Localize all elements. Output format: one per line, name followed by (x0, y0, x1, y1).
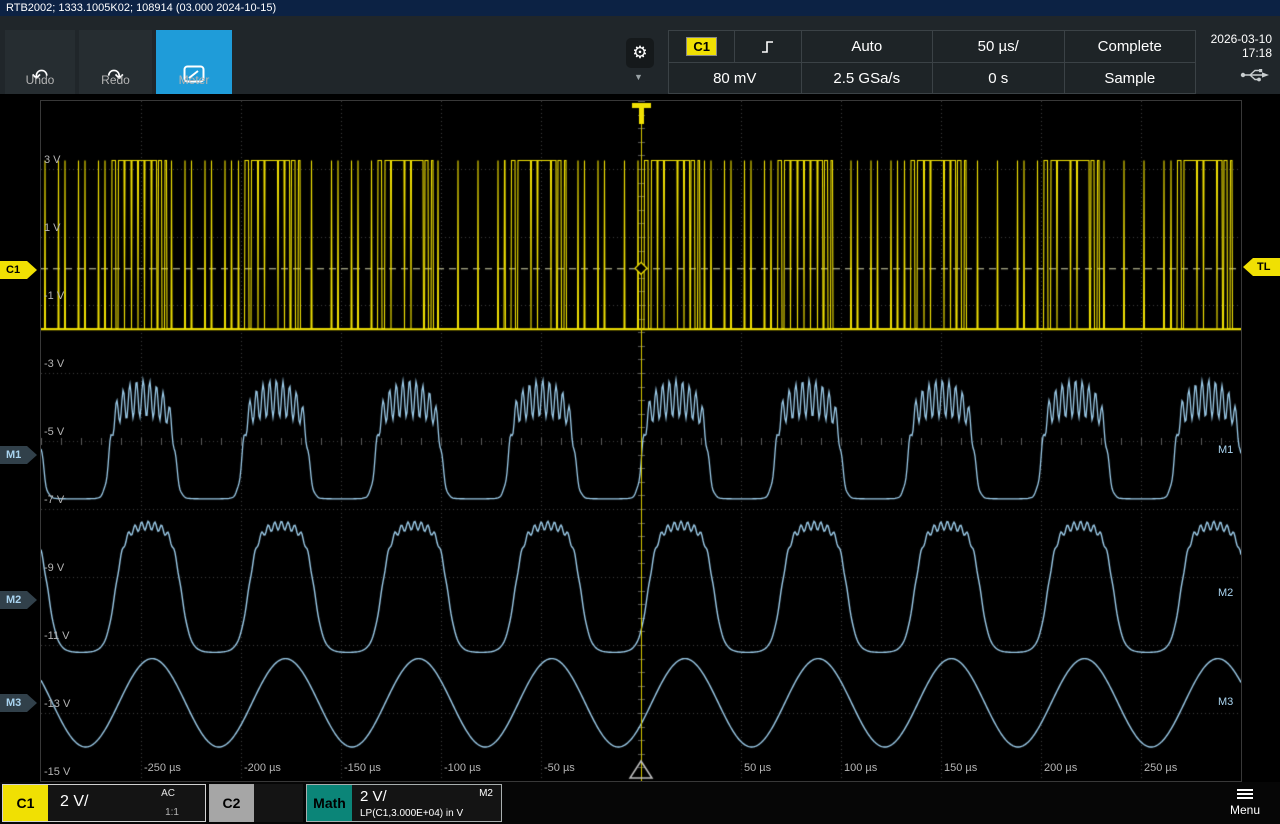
horizontal-position-cell[interactable]: 0 s (932, 62, 1064, 93)
math-settings[interactable]: 2 V/ M2 LP(C1,3.000E+04) in V (352, 785, 501, 821)
undo-label: Undo (25, 73, 55, 87)
math-source: M2 (479, 788, 493, 799)
undo-button[interactable]: ↶ Undo (5, 30, 75, 94)
menu-button[interactable]: Menu (1214, 784, 1276, 822)
datetime-display: 2026-03-10 17:18 (1211, 32, 1272, 60)
channel-bar: C1 2 V/ AC 1:1 C2 Math 2 V/ M2 LP(C1,3.0… (0, 782, 1280, 824)
scope-canvas[interactable] (40, 100, 1242, 782)
channel-c2-settings[interactable] (254, 784, 303, 822)
math-tab[interactable]: Math (307, 785, 352, 821)
oscilloscope-screen: RTB2002; 1333.1005K02; 108914 (03.000 20… (0, 0, 1280, 824)
device-title-bar: RTB2002; 1333.1005K02; 108914 (03.000 20… (0, 0, 1280, 16)
channel-c1-tab[interactable]: C1 (3, 785, 48, 821)
channel-c1-panel[interactable]: C1 2 V/ AC 1:1 (2, 784, 206, 822)
device-id-text: RTB2002; 1333.1005K02; 108914 (03.000 20… (6, 2, 277, 14)
trace-marker-C1[interactable]: C1 (0, 261, 37, 279)
trigger-level-flag[interactable]: TL (1243, 258, 1280, 276)
acquisition-status-panel: C1 Auto 50 µs/ Complete 80 mV 2.5 GSa/s … (668, 30, 1196, 94)
math-panel[interactable]: Math 2 V/ M2 LP(C1,3.000E+04) in V (306, 784, 502, 822)
settings-gear-button[interactable]: ⚙ (626, 38, 654, 68)
math-scale: 2 V/ (360, 788, 387, 805)
gear-icon: ⚙ (632, 43, 648, 62)
channel-c2-panel[interactable]: C2 (209, 784, 303, 822)
menu-label: Menu (1229, 803, 1261, 817)
trigger-slope-icon (761, 40, 773, 53)
channel-c1-scale: 2 V/ (60, 793, 89, 810)
time-text: 17:18 (1241, 46, 1272, 60)
hamburger-icon (1237, 789, 1253, 791)
trigger-source-badge[interactable]: C1 (686, 37, 717, 56)
trigger-source-half[interactable]: C1 (669, 31, 734, 62)
timebase-cell[interactable]: 50 µs/ (932, 31, 1064, 62)
settings-caret-icon[interactable]: ▼ (634, 72, 643, 82)
trace-marker-M1[interactable]: M1 (0, 446, 37, 464)
redo-label: Redo (101, 73, 130, 87)
meter-button[interactable]: Meter (156, 30, 232, 94)
channel-c1-coupling: AC (161, 788, 175, 799)
toolbar: ↶ Undo ↷ Redo Meter ⚙ ▼ C1 Auto 50 µs/ C… (0, 16, 1280, 94)
math-formula: LP(C1,3.000E+04) in V (360, 808, 464, 819)
redo-button[interactable]: ↷ Redo (79, 30, 152, 94)
sample-rate-cell[interactable]: 2.5 GSa/s (800, 62, 932, 93)
scope-area: 3 V1 V -1 V -3 V -5 V -7 V -9 V -11 V -13 V -15 … (0, 94, 1280, 782)
trace-marker-M2[interactable]: M2 (0, 591, 37, 609)
trigger-source-cell[interactable]: C1 (669, 31, 801, 62)
meter-label: Meter (178, 73, 210, 87)
channel-c1-settings[interactable]: 2 V/ AC 1:1 (48, 785, 205, 821)
trigger-level-cell[interactable]: 80 mV (669, 62, 801, 93)
acquisition-state-cell[interactable]: Complete (1063, 31, 1196, 62)
trace-marker-M3[interactable]: M3 (0, 694, 37, 712)
usb-icon (1240, 69, 1269, 82)
channel-c2-tab[interactable]: C2 (209, 784, 254, 822)
date-text: 2026-03-10 (1210, 32, 1272, 46)
acquisition-mode-cell[interactable]: Sample (1063, 62, 1195, 93)
trigger-mode-cell[interactable]: Auto (800, 31, 933, 62)
channel-c1-probe: 1:1 (165, 807, 179, 818)
trigger-slope-cell[interactable] (734, 31, 800, 62)
